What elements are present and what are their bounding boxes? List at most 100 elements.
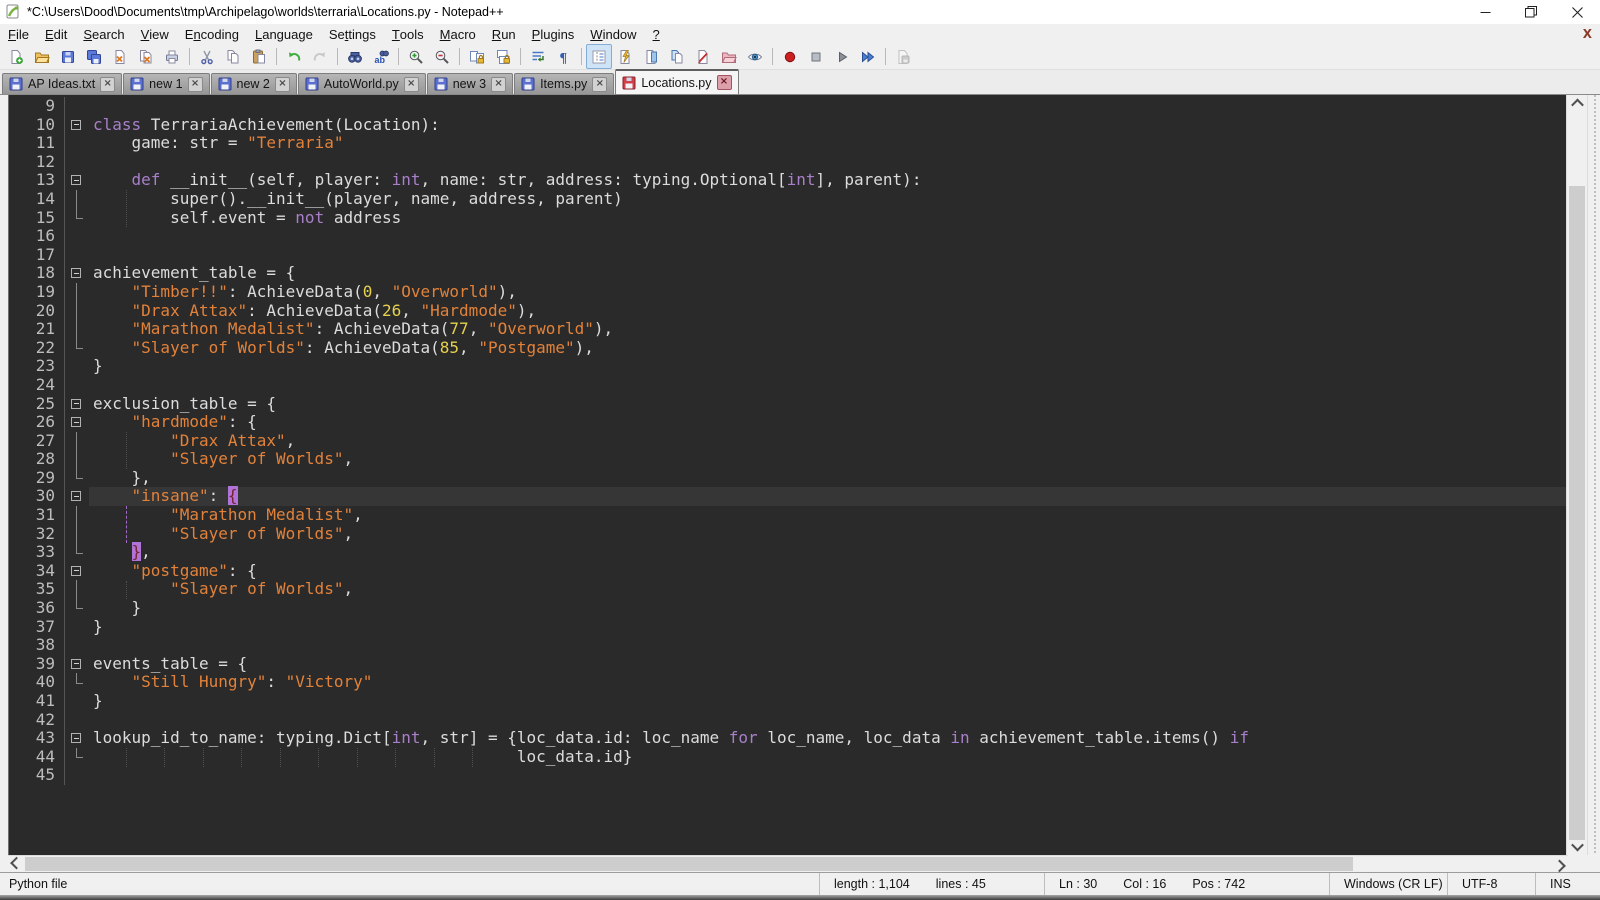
code-line-22[interactable]: 22 "Slayer of Worlds": AchieveData(85, "… bbox=[9, 339, 1566, 358]
menu-item-window[interactable]: Window bbox=[582, 24, 644, 44]
menu-item-plugins[interactable]: Plugins bbox=[524, 24, 583, 44]
document-map-icon[interactable] bbox=[638, 44, 664, 69]
code-line-29[interactable]: 29 }, bbox=[9, 469, 1566, 488]
code-line-12[interactable]: 12 bbox=[9, 153, 1566, 172]
signature-icon[interactable] bbox=[690, 44, 716, 69]
close-document-icon[interactable]: X bbox=[1583, 27, 1592, 41]
close-button[interactable] bbox=[1554, 0, 1600, 24]
tab-locations-py[interactable]: Locations.py× bbox=[615, 69, 738, 94]
sync-vertical-icon[interactable] bbox=[464, 44, 490, 69]
zoom-in-icon[interactable] bbox=[403, 44, 429, 69]
macro-stop-icon[interactable] bbox=[803, 44, 829, 69]
code-line-23[interactable]: 23} bbox=[9, 357, 1566, 376]
status-insert-mode[interactable]: INS bbox=[1536, 873, 1600, 895]
macro-record-icon[interactable] bbox=[777, 44, 803, 69]
tab-close-icon[interactable]: × bbox=[491, 77, 506, 92]
code-line-18[interactable]: 18achievement_table = { bbox=[9, 264, 1566, 283]
code-editor[interactable]: 910class TerrariaAchievement(Location): 1… bbox=[9, 95, 1566, 855]
tab-close-icon[interactable]: × bbox=[100, 77, 115, 92]
document-switcher-icon[interactable] bbox=[664, 44, 690, 69]
word-wrap-icon[interactable] bbox=[525, 44, 551, 69]
find-icon[interactable] bbox=[342, 44, 368, 69]
code-line-25[interactable]: 25exclusion_table = { bbox=[9, 395, 1566, 414]
code-line-15[interactable]: 15 self.event = not address bbox=[9, 209, 1566, 228]
code-line-26[interactable]: 26 "hardmode": { bbox=[9, 413, 1566, 432]
minimize-button[interactable] bbox=[1462, 0, 1508, 24]
scroll-right-arrow-icon[interactable] bbox=[1551, 856, 1568, 872]
macro-play-icon[interactable] bbox=[829, 44, 855, 69]
scroll-left-arrow-icon[interactable] bbox=[8, 856, 25, 872]
code-line-20[interactable]: 20 "Drax Attax": AchieveData(26, "Hardmo… bbox=[9, 302, 1566, 321]
code-line-31[interactable]: 31 "Marathon Medalist", bbox=[9, 506, 1566, 525]
macro-save-icon[interactable] bbox=[890, 44, 916, 69]
undo-icon[interactable] bbox=[281, 44, 307, 69]
redo-icon[interactable] bbox=[307, 44, 333, 69]
new-file-icon[interactable] bbox=[3, 44, 29, 69]
tab-close-icon[interactable]: × bbox=[717, 75, 732, 90]
zoom-out-icon[interactable] bbox=[429, 44, 455, 69]
code-line-40[interactable]: 40 "Still Hungry": "Victory" bbox=[9, 673, 1566, 692]
code-line-27[interactable]: 27 "Drax Attax", bbox=[9, 432, 1566, 451]
tab-autoworld-py[interactable]: AutoWorld.py× bbox=[298, 73, 426, 94]
fold-marker-icon[interactable] bbox=[64, 729, 89, 748]
menu-item-run[interactable]: Run bbox=[484, 24, 524, 44]
save-all-icon[interactable] bbox=[81, 44, 107, 69]
code-line-13[interactable]: 13 def __init__(self, player: int, name:… bbox=[9, 171, 1566, 190]
indent-guide-icon[interactable] bbox=[586, 44, 612, 69]
print-icon[interactable] bbox=[159, 44, 185, 69]
scroll-down-arrow-icon[interactable] bbox=[1567, 838, 1587, 855]
code-line-35[interactable]: 35 "Slayer of Worlds", bbox=[9, 580, 1566, 599]
horizontal-scrollbar[interactable] bbox=[8, 855, 1568, 872]
code-line-21[interactable]: 21 "Marathon Medalist": AchieveData(77, … bbox=[9, 320, 1566, 339]
tab-close-icon[interactable]: × bbox=[592, 77, 607, 92]
cut-icon[interactable] bbox=[194, 44, 220, 69]
code-line-38[interactable]: 38 bbox=[9, 636, 1566, 655]
menu-item-language[interactable]: Language bbox=[247, 24, 321, 44]
sync-horizontal-icon[interactable] bbox=[490, 44, 516, 69]
tab-items-py[interactable]: Items.py× bbox=[514, 73, 614, 94]
tab-close-icon[interactable]: × bbox=[404, 77, 419, 92]
code-line-10[interactable]: 10class TerrariaAchievement(Location): bbox=[9, 116, 1566, 135]
horizontal-scrollbar-thumb[interactable] bbox=[25, 857, 1353, 871]
code-line-17[interactable]: 17 bbox=[9, 246, 1566, 265]
code-line-16[interactable]: 16 bbox=[9, 227, 1566, 246]
code-line-32[interactable]: 32 "Slayer of Worlds", bbox=[9, 525, 1566, 544]
fold-marker-icon[interactable] bbox=[64, 655, 89, 674]
code-line-30[interactable]: 30 "insane": { bbox=[9, 487, 1566, 506]
code-line-28[interactable]: 28 "Slayer of Worlds", bbox=[9, 450, 1566, 469]
macro-run-multiple-icon[interactable] bbox=[855, 44, 881, 69]
hscroll-track[interactable] bbox=[25, 856, 1551, 872]
tab-new-3[interactable]: new 3× bbox=[427, 73, 513, 94]
fold-marker-icon[interactable] bbox=[64, 487, 89, 506]
menu-item-settings[interactable]: Settings bbox=[321, 24, 384, 44]
close-file-icon[interactable] bbox=[107, 44, 133, 69]
tab-close-icon[interactable]: × bbox=[188, 77, 203, 92]
show-all-chars-icon[interactable]: ¶ bbox=[551, 44, 577, 69]
function-list-icon[interactable] bbox=[612, 44, 638, 69]
tab-ap-ideas-txt[interactable]: AP Ideas.txt× bbox=[2, 73, 122, 94]
code-line-39[interactable]: 39events_table = { bbox=[9, 655, 1566, 674]
fold-marker-icon[interactable] bbox=[64, 562, 89, 581]
code-line-45[interactable]: 45 bbox=[9, 766, 1566, 785]
copy-icon[interactable] bbox=[220, 44, 246, 69]
tab-new-2[interactable]: new 2× bbox=[211, 73, 297, 94]
menu-item-search[interactable]: Search bbox=[75, 24, 132, 44]
fold-marker-icon[interactable] bbox=[64, 264, 89, 283]
code-line-9[interactable]: 9 bbox=[9, 97, 1566, 116]
code-line-34[interactable]: 34 "postgame": { bbox=[9, 562, 1566, 581]
paste-icon[interactable] bbox=[246, 44, 272, 69]
status-eol-format[interactable]: Windows (CR LF) bbox=[1330, 873, 1448, 895]
code-line-42[interactable]: 42 bbox=[9, 711, 1566, 730]
code-line-36[interactable]: 36 } bbox=[9, 599, 1566, 618]
code-line-37[interactable]: 37} bbox=[9, 618, 1566, 637]
menu-item-[interactable]: ? bbox=[645, 24, 668, 44]
code-line-14[interactable]: 14 super().__init__(player, name, addres… bbox=[9, 190, 1566, 209]
status-encoding[interactable]: UTF-8 bbox=[1448, 873, 1536, 895]
close-all-icon[interactable] bbox=[133, 44, 159, 69]
code-line-19[interactable]: 19 "Timber!!": AchieveData(0, "Overworld… bbox=[9, 283, 1566, 302]
fold-marker-icon[interactable] bbox=[64, 413, 89, 432]
fold-marker-icon[interactable] bbox=[64, 116, 89, 135]
replace-icon[interactable]: ab bbox=[368, 44, 394, 69]
menu-item-view[interactable]: View bbox=[133, 24, 177, 44]
menu-item-edit[interactable]: Edit bbox=[37, 24, 75, 44]
